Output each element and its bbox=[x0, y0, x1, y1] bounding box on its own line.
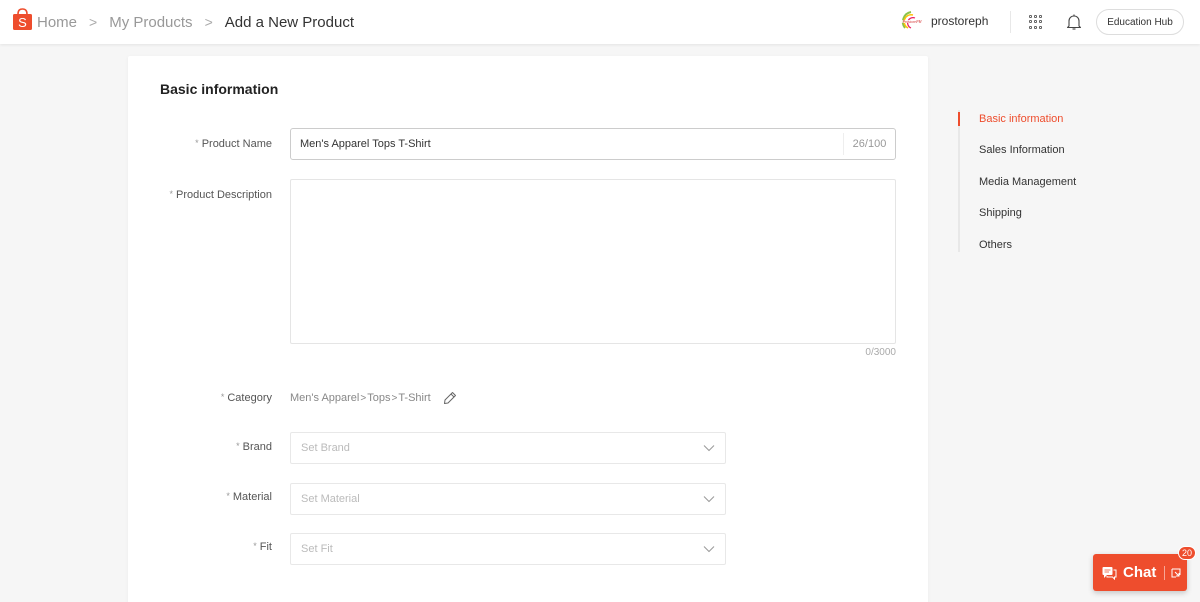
shop-profile[interactable]: ProstorePH prostoreph bbox=[899, 8, 988, 34]
material-placeholder: Set Material bbox=[301, 493, 360, 505]
category-separator: > bbox=[391, 392, 398, 404]
sidenav-item-sales-information[interactable]: Sales Information bbox=[979, 144, 1065, 156]
chevron-down-icon bbox=[703, 445, 715, 452]
fit-placeholder: Set Fit bbox=[301, 543, 333, 555]
category-level-1: Men's Apparel bbox=[290, 392, 360, 404]
bell-icon[interactable] bbox=[1066, 13, 1082, 31]
top-header: S Home > My Products > Add a New Product… bbox=[0, 0, 1200, 44]
chat-unread-badge: 20 bbox=[1178, 546, 1197, 560]
breadcrumb-separator-icon: > bbox=[89, 14, 98, 30]
breadcrumb: Home > My Products > Add a New Product bbox=[37, 0, 354, 44]
required-marker: * bbox=[195, 138, 199, 148]
product-description-field bbox=[290, 179, 896, 344]
shop-name: prostoreph bbox=[931, 14, 989, 28]
category-label: * Category bbox=[221, 392, 272, 404]
basic-information-card: Basic information *Product Name 26/100 *… bbox=[128, 56, 928, 602]
chat-bubbles-icon bbox=[1102, 566, 1117, 580]
brand-label: * Brand bbox=[236, 441, 272, 453]
material-label: * Material bbox=[226, 491, 272, 503]
chat-divider bbox=[1164, 565, 1166, 580]
expand-chat-icon[interactable] bbox=[1171, 568, 1181, 578]
chat-button[interactable]: Chat bbox=[1093, 554, 1187, 591]
product-name-field: 26/100 bbox=[290, 128, 896, 160]
chat-label: Chat bbox=[1123, 564, 1157, 581]
shop-logo-icon: ProstorePH bbox=[900, 11, 924, 29]
product-description-label: * Product Description bbox=[169, 189, 272, 201]
brand-label-text: Brand bbox=[242, 441, 272, 453]
brand-placeholder: Set Brand bbox=[301, 442, 350, 454]
material-label-text: Material bbox=[232, 491, 272, 503]
sidenav-track bbox=[958, 110, 960, 252]
chevron-down-icon bbox=[703, 546, 715, 553]
header-divider bbox=[1010, 11, 1011, 33]
product-name-label-text: Product Name bbox=[201, 138, 272, 150]
fit-select[interactable]: Set Fit bbox=[290, 533, 726, 565]
material-select[interactable]: Set Material bbox=[290, 483, 726, 515]
product-name-label: * Product Name bbox=[195, 138, 272, 150]
education-hub-button[interactable]: Education Hub bbox=[1096, 9, 1184, 35]
shopee-bag-icon[interactable]: S bbox=[12, 8, 33, 31]
apps-grid-icon[interactable] bbox=[1029, 15, 1043, 29]
required-marker: * bbox=[226, 491, 230, 501]
product-description-label-text: Product Description bbox=[176, 189, 272, 201]
required-marker: * bbox=[169, 189, 173, 199]
product-name-counter: 26/100 bbox=[843, 133, 895, 155]
category-path: Men's Apparel > Tops > T-Shirt bbox=[290, 391, 457, 405]
category-separator: > bbox=[360, 392, 367, 404]
sidenav-item-basic-information[interactable]: Basic information bbox=[979, 113, 1063, 125]
fit-label: * Fit bbox=[253, 541, 272, 553]
category-level-3: T-Shirt bbox=[398, 392, 431, 404]
product-description-textarea[interactable] bbox=[291, 180, 895, 343]
product-name-input[interactable] bbox=[291, 129, 843, 159]
category-level-2: Tops bbox=[367, 392, 391, 404]
svg-text:S: S bbox=[18, 15, 27, 30]
category-label-text: Category bbox=[227, 392, 272, 404]
fit-label-text: Fit bbox=[259, 541, 272, 553]
svg-text:ProstorePH: ProstorePH bbox=[901, 19, 922, 24]
pencil-edit-icon[interactable] bbox=[443, 391, 457, 405]
required-marker: * bbox=[253, 541, 257, 551]
sidenav-item-media-management[interactable]: Media Management bbox=[979, 176, 1076, 188]
breadcrumb-my-products[interactable]: My Products bbox=[109, 14, 192, 31]
brand-select[interactable]: Set Brand bbox=[290, 432, 726, 464]
breadcrumb-home[interactable]: Home bbox=[37, 14, 77, 31]
product-description-counter: 0/3000 bbox=[865, 347, 896, 358]
breadcrumb-separator-icon: > bbox=[204, 14, 213, 30]
sidenav-active-indicator bbox=[958, 112, 960, 126]
required-marker: * bbox=[236, 441, 240, 451]
sidenav-item-others[interactable]: Others bbox=[979, 239, 1012, 251]
required-marker: * bbox=[220, 392, 225, 402]
breadcrumb-current-page: Add a New Product bbox=[224, 13, 354, 31]
chevron-down-icon bbox=[703, 496, 715, 503]
section-title: Basic information bbox=[160, 81, 279, 97]
sidenav-item-shipping[interactable]: Shipping bbox=[979, 207, 1022, 219]
